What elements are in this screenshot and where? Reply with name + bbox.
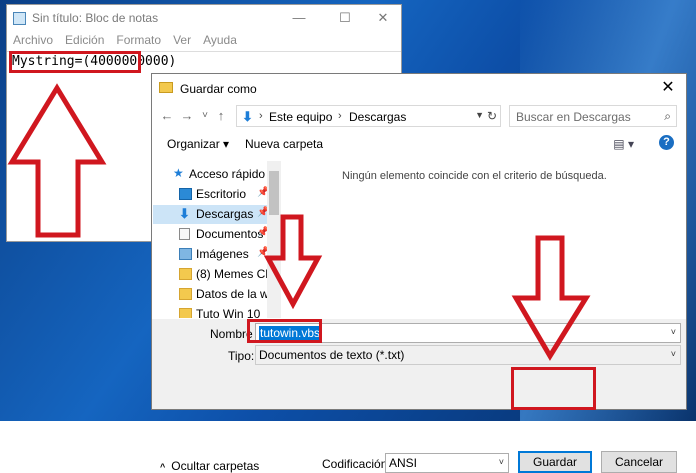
save-button[interactable]: Guardar xyxy=(518,451,592,473)
annotation-arrow-down-save xyxy=(511,235,591,361)
encoding-label: Codificación: xyxy=(322,457,391,471)
hide-folders-button[interactable]: ^ Ocultar carpetas xyxy=(160,459,259,473)
chevron-down-icon: ˅ xyxy=(498,457,504,467)
chevron-up-icon: ^ xyxy=(160,462,166,472)
hide-folders-label: Ocultar carpetas xyxy=(171,459,260,473)
annotation-arrow-down-filename xyxy=(263,214,323,310)
annotation-arrows xyxy=(7,83,591,361)
encoding-select[interactable]: ANSI ˅ xyxy=(385,453,509,473)
encoding-value: ANSI xyxy=(389,456,418,470)
cancel-button[interactable]: Cancelar xyxy=(601,451,677,473)
annotation-arrow-up xyxy=(7,83,107,238)
